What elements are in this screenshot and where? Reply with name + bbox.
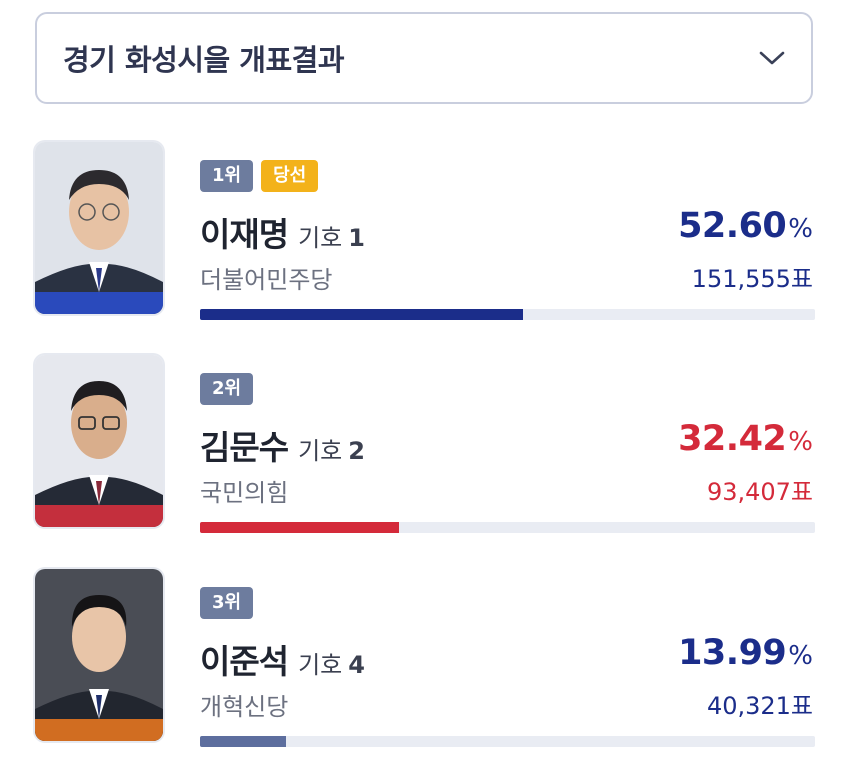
vote-bar (200, 522, 815, 533)
rank-badge: 2위 (200, 373, 254, 405)
candidate-photo (35, 569, 163, 741)
vote-percent: 13.99% (678, 633, 813, 673)
vote-bar-fill (200, 736, 287, 747)
candidate-card: 3위 이준석 기호 4 개혁신당 13.99% 40,321표 (0, 569, 850, 769)
candidate-card: 2위 김문수 기호 2 국민의힘 32.42% 93,407표 (0, 355, 850, 555)
candidate-name: 김문수 (200, 428, 289, 467)
region-dropdown[interactable]: 경기 화성시을 개표결과 (35, 12, 813, 104)
candidate-name: 이재명 (200, 215, 289, 254)
vote-bar (200, 736, 815, 747)
vote-bar (200, 309, 815, 320)
symbol-number: 1 (348, 224, 365, 252)
candidate-card: 1위 당선 이재명 기호 1 더불어민주당 52.60% 151,555표 (0, 142, 850, 342)
rank-badge: 3위 (200, 587, 254, 619)
symbol-number: 2 (348, 437, 365, 465)
vote-count: 40,321표 (706, 692, 813, 720)
symbol-number: 4 (348, 651, 365, 679)
region-dropdown-label: 경기 화성시을 개표결과 (63, 43, 345, 77)
chevron-down-icon[interactable] (757, 43, 787, 73)
vote-bar-fill (200, 522, 400, 533)
party-name: 개혁신당 (200, 693, 289, 721)
rank-badge: 1위 (200, 160, 254, 192)
elected-badge: 당선 (261, 160, 319, 192)
vote-bar-fill (200, 309, 524, 320)
vote-count: 93,407표 (706, 478, 813, 506)
vote-percent: 32.42% (678, 419, 813, 459)
vote-count: 151,555표 (691, 265, 813, 293)
party-name: 더불어민주당 (200, 266, 333, 294)
candidate-photo (35, 142, 163, 314)
candidate-name: 이준석 (200, 642, 289, 681)
party-name: 국민의힘 (200, 479, 289, 507)
symbol-label: 기호 (298, 437, 343, 465)
symbol-label: 기호 (298, 651, 343, 679)
symbol-label: 기호 (298, 224, 343, 252)
vote-percent: 52.60% (678, 206, 813, 246)
candidate-photo (35, 355, 163, 527)
